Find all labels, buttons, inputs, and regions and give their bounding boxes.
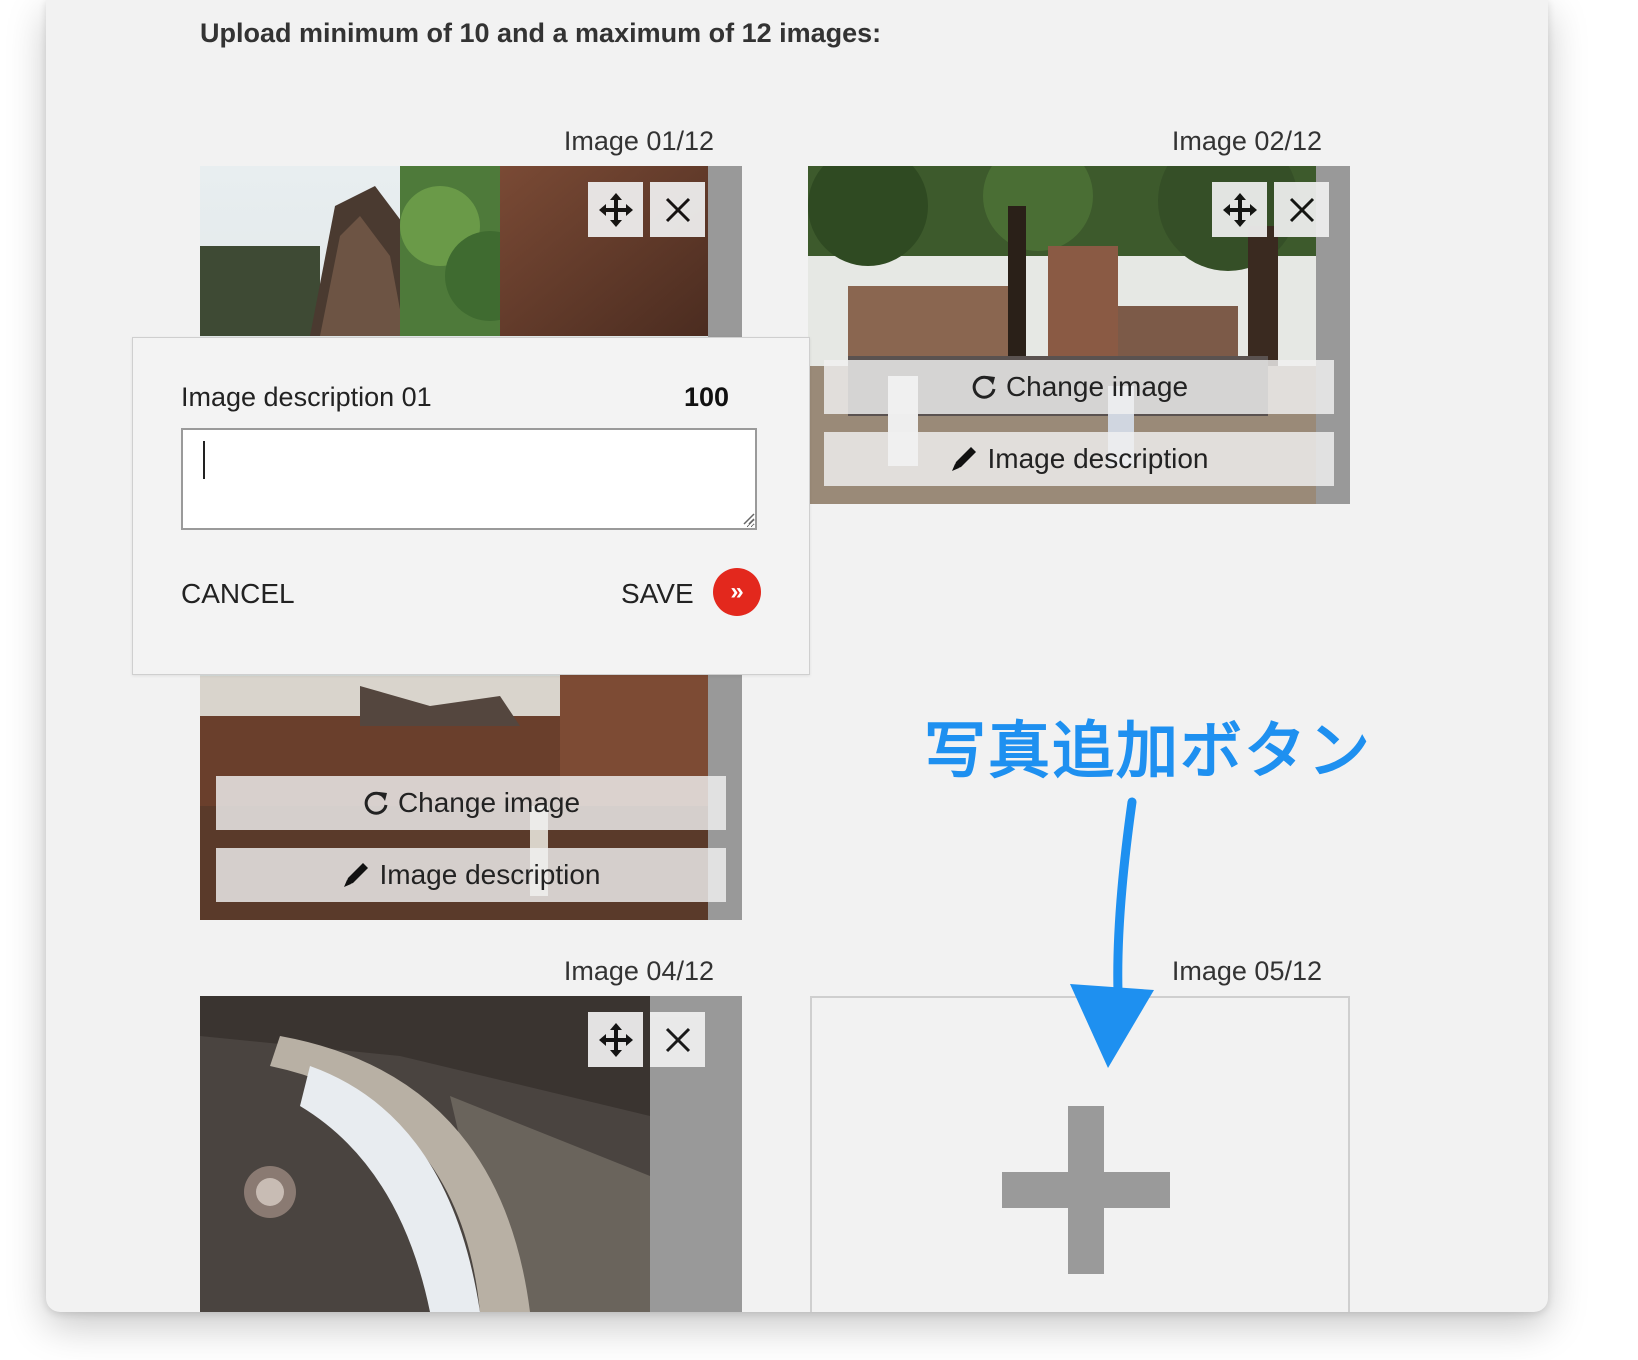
annotation-label: 写真追加ボタン	[924, 714, 1373, 787]
change-image-button[interactable]: Change image	[824, 360, 1334, 414]
cancel-button[interactable]: CANCEL	[181, 578, 295, 610]
image-description-button[interactable]: Image description	[824, 432, 1334, 486]
save-arrow-icon[interactable]: »	[713, 568, 761, 616]
image-description-textarea[interactable]	[181, 428, 757, 530]
image-slot-04	[200, 996, 742, 1312]
move-arrows-icon	[598, 192, 633, 227]
character-count: 100	[683, 382, 729, 412]
image-caption-02: Image 02/12	[1171, 126, 1322, 156]
resize-grip-icon[interactable]	[743, 513, 755, 525]
refresh-icon	[364, 791, 388, 815]
image-description-label: Image description	[379, 859, 601, 890]
change-image-label: Change image	[1005, 371, 1189, 402]
image-caption-01: Image 01/12	[563, 126, 714, 156]
pencil-icon	[344, 863, 369, 887]
close-icon	[665, 1027, 690, 1052]
image-caption-04: Image 04/12	[563, 956, 714, 986]
refresh-icon	[972, 375, 996, 399]
remove-image-button[interactable]	[650, 1012, 705, 1067]
close-icon	[1289, 197, 1314, 222]
image-photo-04	[200, 996, 650, 1312]
upload-panel: Upload minimum of 10 and a maximum of 12…	[46, 0, 1548, 1312]
change-image-label: Change image	[397, 787, 581, 818]
image-description-dialog: Image description 01 100 CANCEL SAVE »	[132, 337, 810, 675]
remove-image-button[interactable]	[1274, 182, 1329, 237]
text-cursor	[203, 441, 205, 479]
move-button[interactable]	[588, 1012, 643, 1067]
image-slot-02: Change image Image description	[808, 166, 1350, 504]
close-icon	[665, 197, 690, 222]
upload-instructions: Upload minimum of 10 and a maximum of 12…	[200, 18, 882, 48]
move-arrows-icon	[1222, 192, 1257, 227]
annotation-arrow-icon	[1070, 797, 1154, 1068]
pencil-icon	[952, 447, 977, 471]
image-description-label: Image description	[987, 443, 1209, 474]
save-button[interactable]: SAVE	[621, 578, 694, 610]
dialog-label: Image description 01	[181, 382, 432, 412]
move-arrows-icon	[598, 1022, 633, 1057]
move-button[interactable]	[588, 182, 643, 237]
move-button[interactable]	[1212, 182, 1267, 237]
remove-image-button[interactable]	[650, 182, 705, 237]
change-image-button[interactable]: Change image	[216, 776, 726, 830]
image-description-button[interactable]: Image description	[216, 848, 726, 902]
